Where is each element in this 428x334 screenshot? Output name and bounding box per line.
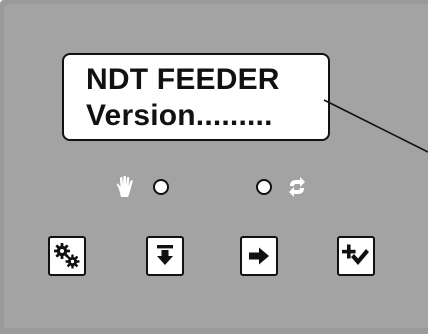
display-line-1: NDT FEEDER — [86, 63, 280, 96]
arrow-right-icon — [249, 247, 269, 265]
manual-led — [153, 179, 169, 195]
lcd-display: NDT FEEDER Version......... — [62, 53, 330, 141]
control-panel: NDT FEEDER Version......... — [0, 0, 428, 334]
feed-down-button[interactable] — [146, 236, 184, 276]
display-line-2: Version......... — [86, 99, 273, 132]
arrow-down-to-bar-icon — [157, 245, 173, 265]
auto-mode-indicator — [256, 175, 308, 199]
gears-icon — [54, 243, 80, 269]
hand-icon — [116, 175, 133, 197]
forward-button[interactable] — [240, 236, 278, 276]
plus-check-icon — [342, 244, 369, 265]
manual-mode-indicator — [115, 175, 169, 199]
add-confirm-button[interactable] — [337, 236, 375, 276]
auto-led — [256, 179, 272, 195]
cycle-icon — [289, 177, 305, 197]
settings-button[interactable] — [48, 236, 86, 276]
